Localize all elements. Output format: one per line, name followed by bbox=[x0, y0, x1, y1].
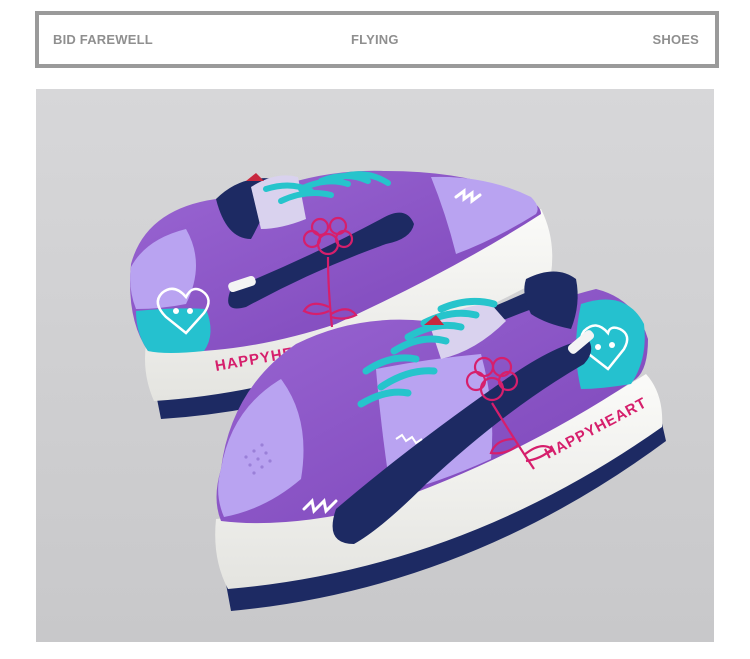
back-heel-tab bbox=[136, 308, 211, 353]
product-photo: HAPPYHEART HAPPYHEART bbox=[36, 89, 714, 642]
header-left-text: BID FAREWELL bbox=[53, 32, 153, 47]
header-center-text: FLYING bbox=[351, 32, 399, 47]
header-right-text: SHOES bbox=[652, 32, 699, 47]
front-heart-eye-right bbox=[609, 342, 615, 348]
header-banner: BID FAREWELL FLYING SHOES bbox=[35, 11, 719, 68]
front-heart-eye-left bbox=[595, 344, 601, 350]
sneakers-illustration: HAPPYHEART HAPPYHEART bbox=[36, 89, 714, 642]
back-heart-eye-right bbox=[187, 308, 193, 314]
back-heart-eye-left bbox=[173, 308, 179, 314]
